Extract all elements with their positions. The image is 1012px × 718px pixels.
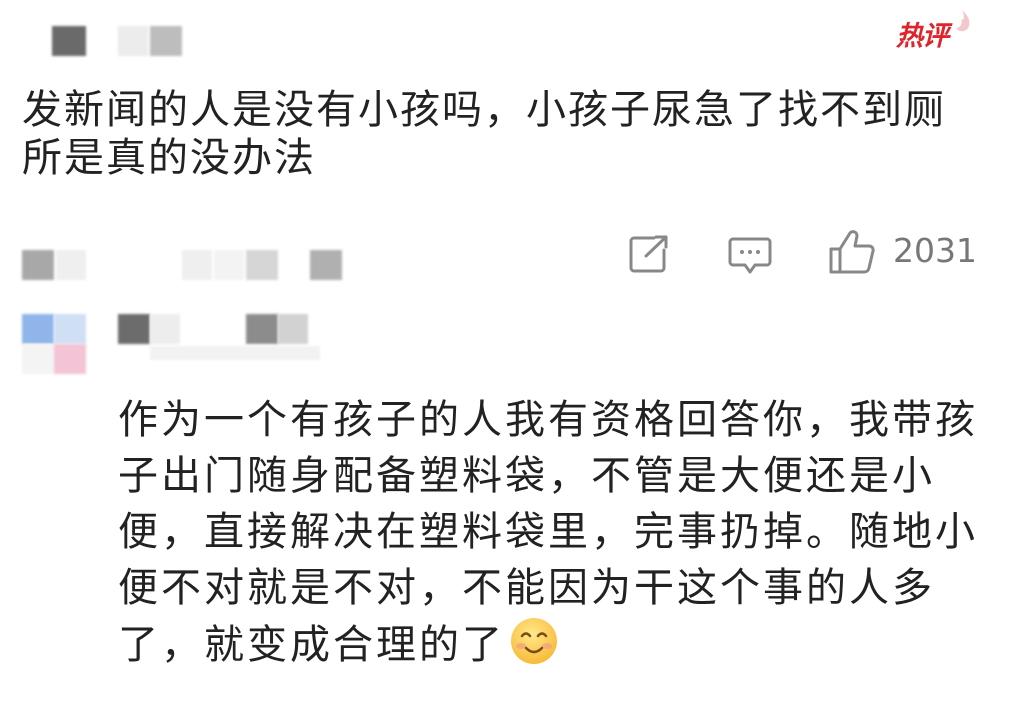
watermark-logo xyxy=(14,688,40,704)
like-count: 2031 xyxy=(893,231,977,270)
comment-text: 发新闻的人是没有小孩吗，小孩子尿急了找不到厕所是真的没办法 xyxy=(22,87,946,181)
reply-text: 作为一个有孩子的人我有资格回答你，我带孩子出门随身配备塑料袋，不管是大便还是小便… xyxy=(118,392,988,673)
thumbs-up-icon[interactable] xyxy=(828,229,876,275)
flame-icon xyxy=(956,9,970,32)
hot-comment-badge: 热评 xyxy=(896,21,949,52)
share-icon[interactable] xyxy=(628,234,670,274)
comment-icon[interactable] xyxy=(728,236,772,276)
smiling-face-icon xyxy=(511,618,557,664)
